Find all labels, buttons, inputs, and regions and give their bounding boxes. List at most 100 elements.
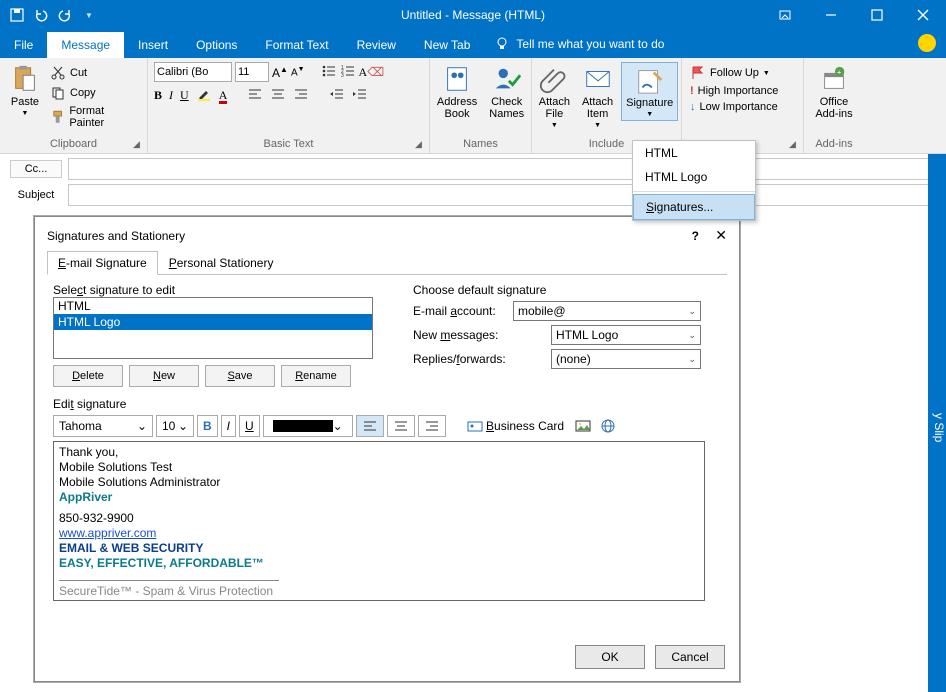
tab-format-text[interactable]: Format Text [251, 32, 342, 58]
email-account-select[interactable]: mobile@⌄ [513, 301, 701, 321]
address-book-button[interactable]: Address Book [433, 62, 481, 122]
dtab-email-signature[interactable]: E-mail Signature [47, 251, 158, 275]
shrink-font-icon[interactable]: A▼ [291, 66, 305, 78]
tab-options[interactable]: Options [182, 32, 251, 58]
tab-review[interactable]: Review [343, 32, 410, 58]
bullets-icon[interactable] [321, 63, 337, 82]
align-right-button[interactable] [418, 415, 446, 437]
select-signature-label: Select signature to edit [53, 283, 373, 297]
dtab-personal-stationery[interactable]: Personal Stationery [158, 251, 285, 275]
clear-formatting-icon[interactable]: A⌫ [359, 65, 385, 80]
insert-link-button[interactable] [597, 415, 619, 437]
delete-button[interactable]: Delete [53, 365, 123, 387]
attach-item-button[interactable]: Attach Item▼ [578, 62, 617, 131]
li-label: Low Importance [700, 101, 778, 113]
align-left-icon[interactable] [247, 86, 263, 105]
copy-button[interactable]: Copy [48, 84, 141, 102]
caret-icon: ⌄ [688, 354, 696, 365]
cancel-button[interactable]: Cancel [655, 645, 725, 669]
basictext-launcher-icon[interactable]: ◢ [415, 139, 427, 151]
insert-image-button[interactable] [572, 415, 594, 437]
signature-button[interactable]: Signature▼ [621, 62, 678, 121]
font-color-icon[interactable]: A [219, 88, 228, 104]
align-center-button[interactable] [387, 415, 415, 437]
minimize-icon[interactable] [808, 0, 854, 30]
clipboard-launcher-icon[interactable]: ◢ [133, 139, 145, 151]
ab-label: Address Book [437, 96, 477, 120]
sigmenu-html[interactable]: HTML [633, 141, 755, 165]
close-icon[interactable] [900, 0, 946, 30]
dialog-close-icon[interactable]: ✕ [715, 227, 727, 244]
sigmenu-html-logo[interactable]: HTML Logo [633, 165, 755, 189]
replies-forwards-label: Replies/forwards: [413, 352, 507, 366]
italic-button[interactable]: I [221, 415, 236, 437]
followup-button[interactable]: Follow Up ▼ [688, 64, 780, 82]
low-importance-button[interactable]: ↓Low Importance [688, 100, 780, 114]
list-item[interactable]: HTML Logo [54, 314, 372, 330]
cc-button[interactable]: Cc... [10, 160, 62, 178]
copy-label: Copy [70, 87, 96, 99]
signature-edit-area[interactable]: Thank you, Mobile Solutions Test Mobile … [53, 441, 705, 601]
check-names-button[interactable]: Check Names [485, 62, 528, 122]
bold-button[interactable]: B [197, 415, 218, 437]
tab-file[interactable]: File [0, 32, 47, 58]
ok-button[interactable]: OK [575, 645, 645, 669]
indent-increase-icon[interactable] [352, 86, 368, 105]
font-color-select[interactable]: ⌄ [263, 415, 353, 437]
cut-button[interactable]: Cut [48, 64, 141, 82]
tab-message[interactable]: Message [47, 32, 124, 58]
edit-signature-label: Edit signature [53, 397, 721, 411]
save-icon[interactable] [6, 4, 28, 26]
save-button[interactable]: Save [205, 365, 275, 387]
highlight-icon[interactable] [196, 86, 212, 105]
caret-icon: ⌄ [688, 330, 696, 341]
numbering-icon[interactable]: 123 [340, 63, 356, 82]
align-left-button[interactable] [356, 415, 384, 437]
sigmenu-signatures[interactable]: Signatures... [633, 194, 755, 220]
ribbon-options-icon[interactable] [762, 0, 808, 30]
sigmenu-signatures-label: ignatures... [654, 200, 713, 214]
sig-line: Mobile Solutions Test [59, 460, 699, 475]
redo-icon[interactable] [54, 4, 76, 26]
undo-icon[interactable] [30, 4, 52, 26]
tell-me[interactable]: Tell me what you want to do [484, 30, 674, 58]
tab-insert[interactable]: Insert [124, 32, 182, 58]
attach-file-button[interactable]: Attach File▼ [535, 62, 574, 131]
list-item[interactable]: HTML [54, 298, 372, 314]
caret-icon: ⌄ [137, 419, 147, 433]
replies-forwards-select[interactable]: (none)⌄ [551, 349, 701, 369]
paste-button[interactable]: Paste ▼ [6, 62, 44, 119]
grow-font-icon[interactable]: A▲ [272, 65, 288, 80]
bold-icon[interactable]: B [154, 88, 162, 103]
tags-launcher-icon[interactable]: ◢ [789, 139, 801, 151]
business-card-button[interactable]: Business Card [462, 415, 569, 437]
smiley-icon[interactable] [918, 34, 936, 52]
dialog-help-icon[interactable]: ? [685, 229, 705, 243]
subject-input[interactable] [68, 184, 936, 206]
font-name-select[interactable]: Tahoma⌄ [53, 415, 153, 437]
signature-listbox[interactable]: HTML HTML Logo [53, 297, 373, 359]
align-center-icon[interactable] [270, 86, 286, 105]
office-addins-button[interactable]: + Office Add-ins [811, 62, 856, 122]
delivery-slip-tab[interactable]: y Slip [928, 154, 946, 692]
new-messages-select[interactable]: HTML Logo⌄ [551, 325, 701, 345]
cc-input[interactable] [68, 158, 936, 180]
rename-button[interactable]: Rename [281, 365, 351, 387]
underline-icon[interactable]: U [180, 88, 189, 103]
format-painter-button[interactable]: Format Painter [48, 104, 141, 130]
qat-more-icon[interactable]: ▼ [78, 4, 100, 26]
underline-button[interactable]: U [239, 415, 260, 437]
font-size-input[interactable] [235, 62, 269, 82]
subject-label: Subject [10, 189, 62, 201]
italic-icon[interactable]: I [169, 88, 173, 103]
new-button[interactable]: New [129, 365, 199, 387]
dialog-title: Signatures and Stationery [47, 229, 185, 243]
align-right-icon[interactable] [293, 86, 309, 105]
maximize-icon[interactable] [854, 0, 900, 30]
tab-new[interactable]: New Tab [410, 32, 484, 58]
font-name-input[interactable] [154, 62, 232, 82]
high-importance-button[interactable]: !High Importance [688, 84, 780, 98]
font-size-select[interactable]: 10⌄ [156, 415, 194, 437]
address-book-icon [442, 64, 472, 94]
indent-decrease-icon[interactable] [329, 86, 345, 105]
